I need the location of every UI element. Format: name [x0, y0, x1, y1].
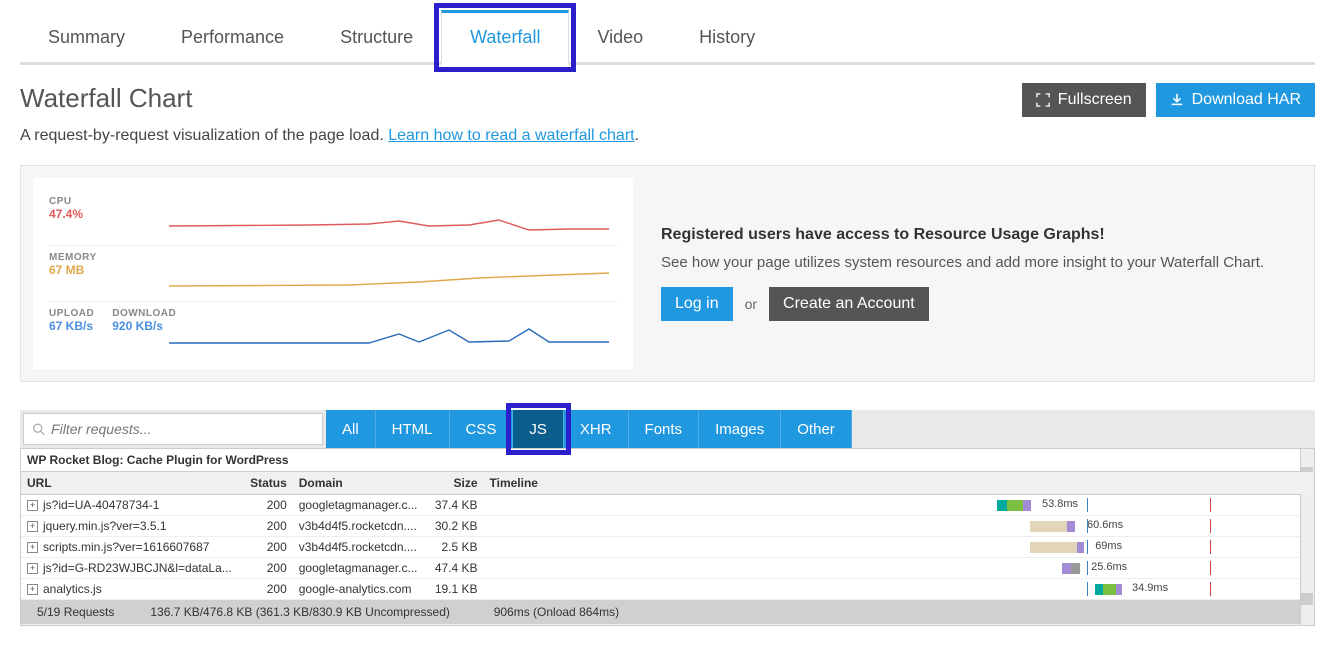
or-label: or	[745, 296, 757, 312]
waterfall-table-wrap: WP Rocket Blog: Cache Plugin for WordPre…	[20, 448, 1315, 626]
table-footer: 5/19 Requests 136.7 KB/476.8 KB (361.3 K…	[21, 600, 1314, 625]
create-account-button[interactable]: Create an Account	[769, 287, 929, 321]
filter-all[interactable]: All	[326, 410, 376, 448]
cell-domain: v3b4d4f5.rocketcdn....	[293, 537, 424, 558]
download-har-button[interactable]: Download HAR	[1156, 83, 1315, 117]
cell-domain: google-analytics.com	[293, 579, 424, 600]
cell-status: 200	[238, 495, 293, 516]
timeline-bar: 60.6ms	[490, 519, 1308, 533]
page-title: Waterfall Chart	[20, 83, 192, 114]
promo-body: See how your page utilizes system resour…	[661, 254, 1264, 271]
main-tabs: Summary Performance Structure Waterfall …	[20, 10, 1315, 65]
tab-structure[interactable]: Structure	[312, 10, 441, 62]
memory-label: MEMORY	[49, 252, 617, 263]
filter-other[interactable]: Other	[781, 410, 852, 448]
table-row[interactable]: + analytics.js 200 google-analytics.com 1…	[21, 579, 1314, 600]
download-icon	[1170, 93, 1184, 107]
cell-domain: googletagmanager.c...	[293, 558, 424, 579]
filter-html[interactable]: HTML	[376, 410, 450, 448]
tab-video[interactable]: Video	[569, 10, 671, 62]
filter-fonts[interactable]: Fonts	[629, 410, 700, 448]
timing-label: 69ms	[1095, 540, 1122, 552]
col-timeline[interactable]: Timeline	[484, 472, 1314, 495]
download-har-label: Download HAR	[1192, 91, 1301, 109]
col-url[interactable]: URL	[21, 472, 238, 495]
timeline-bar: 69ms	[490, 540, 1308, 554]
table-row[interactable]: + scripts.min.js?ver=1616607687 200 v3b4d…	[21, 537, 1314, 558]
cpu-label: CPU	[49, 196, 617, 207]
download-value: 920 KB/s	[112, 319, 176, 333]
cell-size: 2.5 KB	[424, 537, 484, 558]
timing-label: 60.6ms	[1087, 519, 1123, 531]
fullscreen-icon	[1036, 93, 1050, 107]
cell-url: js?id=UA-40478734-1	[43, 498, 159, 512]
filter-input-wrap[interactable]	[23, 413, 323, 445]
upload-value: 67 KB/s	[49, 319, 94, 333]
timeline-bar: 53.8ms	[490, 498, 1308, 512]
cell-status: 200	[238, 579, 293, 600]
cell-domain: googletagmanager.c...	[293, 495, 424, 516]
promo-panel: CPU 47.4% MEMORY 67 MB UPLOAD 67 KB/s DO…	[20, 165, 1315, 382]
tab-performance[interactable]: Performance	[153, 10, 312, 62]
promo-heading: Registered users have access to Resource…	[661, 226, 1264, 244]
filter-css[interactable]: CSS	[450, 410, 514, 448]
cell-domain: v3b4d4f5.rocketcdn....	[293, 516, 424, 537]
cell-size: 30.2 KB	[424, 516, 484, 537]
subtitle: A request-by-request visualization of th…	[20, 127, 1315, 145]
waterfall-table: URL Status Domain Size Timeline + js?id=U…	[21, 472, 1314, 625]
timeline-bar: 25.6ms	[490, 561, 1308, 575]
fullscreen-button[interactable]: Fullscreen	[1022, 83, 1146, 117]
search-icon	[32, 422, 45, 436]
tab-summary[interactable]: Summary	[20, 10, 153, 62]
expand-icon[interactable]: +	[27, 584, 38, 595]
subtitle-period: .	[635, 127, 639, 144]
tab-waterfall[interactable]: Waterfall	[441, 10, 569, 65]
cell-url: jquery.min.js?ver=3.5.1	[43, 519, 167, 533]
footer-size: 136.7 KB/476.8 KB (361.3 KB/830.9 KB Unc…	[150, 605, 490, 619]
network-sparkline	[169, 324, 609, 346]
filter-images[interactable]: Images	[699, 410, 781, 448]
download-label: DOWNLOAD	[112, 308, 176, 319]
filter-requests-input[interactable]	[51, 421, 314, 437]
cell-size: 19.1 KB	[424, 579, 484, 600]
cell-url: scripts.min.js?ver=1616607687	[43, 540, 209, 554]
learn-waterfall-link[interactable]: Learn how to read a waterfall chart	[388, 127, 634, 144]
col-domain[interactable]: Domain	[293, 472, 424, 495]
cell-url: js?id=G-RD23WJBCJN&l=dataLa...	[43, 561, 232, 575]
tab-history[interactable]: History	[671, 10, 783, 62]
filter-js[interactable]: JS	[513, 410, 564, 448]
filter-bar: All HTML CSS JS XHR Fonts Images Other	[20, 410, 1315, 448]
footer-time: 906ms (Onload 864ms)	[494, 605, 619, 619]
table-title: WP Rocket Blog: Cache Plugin for WordPre…	[21, 449, 1314, 472]
table-row[interactable]: + jquery.min.js?ver=3.5.1 200 v3b4d4f5.ro…	[21, 516, 1314, 537]
resource-graph-preview: CPU 47.4% MEMORY 67 MB UPLOAD 67 KB/s DO…	[33, 178, 633, 369]
fullscreen-label: Fullscreen	[1058, 91, 1132, 109]
expand-icon[interactable]: +	[27, 542, 38, 553]
table-row[interactable]: + js?id=G-RD23WJBCJN&l=dataLa... 200 goog…	[21, 558, 1314, 579]
expand-icon[interactable]: +	[27, 500, 38, 511]
login-button[interactable]: Log in	[661, 287, 733, 321]
upload-label: UPLOAD	[49, 308, 94, 319]
col-size[interactable]: Size	[424, 472, 484, 495]
col-status[interactable]: Status	[238, 472, 293, 495]
footer-requests: 5/19 Requests	[27, 605, 147, 619]
cell-size: 47.4 KB	[424, 558, 484, 579]
expand-icon[interactable]: +	[27, 563, 38, 574]
expand-icon[interactable]: +	[27, 521, 38, 532]
subtitle-text: A request-by-request visualization of th…	[20, 127, 388, 144]
cpu-sparkline	[169, 212, 609, 234]
filter-xhr[interactable]: XHR	[564, 410, 629, 448]
cell-status: 200	[238, 516, 293, 537]
timing-label: 53.8ms	[1042, 498, 1078, 510]
timing-label: 34.9ms	[1132, 582, 1168, 594]
cell-size: 37.4 KB	[424, 495, 484, 516]
table-row[interactable]: + js?id=UA-40478734-1 200 googletagmanage…	[21, 495, 1314, 516]
memory-sparkline	[169, 268, 609, 290]
cell-status: 200	[238, 558, 293, 579]
timing-label: 25.6ms	[1091, 561, 1127, 573]
cell-url: analytics.js	[43, 582, 102, 596]
timeline-bar: 34.9ms	[490, 582, 1308, 596]
cell-status: 200	[238, 537, 293, 558]
